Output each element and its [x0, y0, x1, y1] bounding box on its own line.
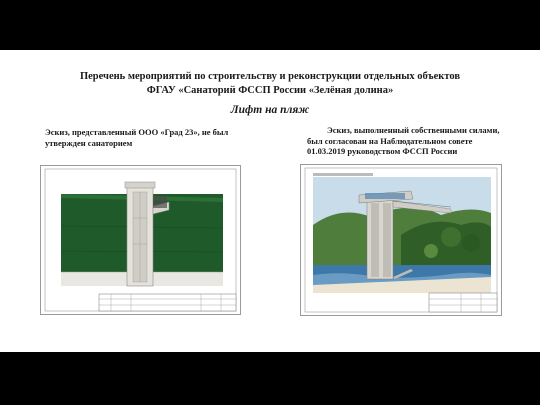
left-sketch-sheet	[40, 165, 241, 315]
right-caption-line3: 01.03.2019 руководством ФССП России	[307, 146, 458, 156]
page-title-line1: Перечень мероприятий по строительству и …	[79, 71, 461, 82]
right-caption-line2: был согласован на Наблюдательном совете	[307, 135, 473, 146]
left-caption-line1: Эскиз, представленный ООО «Град 23», не …	[45, 127, 229, 137]
right-caption: Эскиз, выполненный собственными силами, …	[307, 125, 502, 157]
page-title: Перечень мероприятий по строительству и …	[0, 70, 540, 98]
left-caption-line2: утвержден санаторием	[45, 138, 133, 148]
left-caption: Эскиз, представленный ООО «Град 23», не …	[45, 127, 235, 149]
top-black-band	[0, 0, 540, 50]
page-subtitle: Лифт на пляж	[230, 104, 310, 116]
right-caption-line1: Эскиз, выполненный собственными силами,	[327, 125, 500, 135]
right-sketch-sheet	[300, 164, 502, 316]
bottom-black-band	[0, 352, 540, 405]
left-sketch-illustration	[44, 168, 237, 312]
page-title-line2: ФГАУ «Санаторий ФССП России «Зелёная дол…	[146, 85, 394, 96]
right-sketch-illustration	[304, 167, 498, 313]
